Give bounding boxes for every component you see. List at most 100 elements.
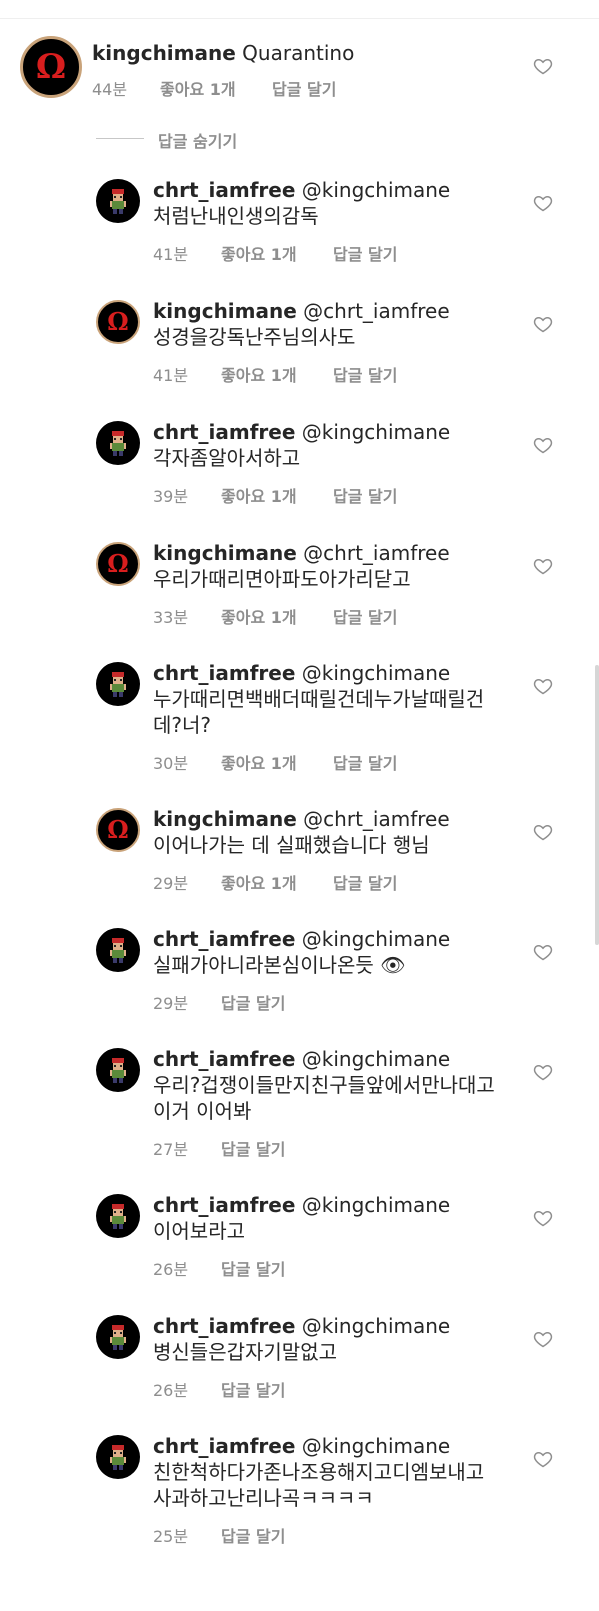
like-heart-icon[interactable] (533, 193, 553, 213)
svg-text:Ω: Ω (107, 815, 128, 844)
comment-username[interactable]: kingchimane (153, 807, 297, 831)
reply-button[interactable]: 답글 달기 (272, 76, 336, 100)
comment-time: 39분 (153, 487, 189, 506)
like-heart-icon[interactable] (533, 314, 553, 334)
mention-link[interactable]: @kingchimane (302, 1193, 450, 1217)
svg-text:Ω: Ω (36, 47, 66, 87)
avatar[interactable]: Ω (20, 36, 82, 98)
reply-comment: Ω kingchimane @chrt_iamfree 이어나가는 데 실패했습… (0, 806, 599, 916)
comment-meta: 33분 좋아요 1개 답글 달기 (153, 604, 453, 627)
likes-count[interactable]: 좋아요 1개 (221, 362, 297, 386)
avatar[interactable] (96, 1315, 140, 1359)
comment-meta: 41분 좋아요 1개 답글 달기 (153, 362, 453, 385)
reply-button[interactable]: 답글 달기 (221, 1523, 285, 1547)
reply-comment: chrt_iamfree @kingchimane 이어보라고 26분 답글 달기 (0, 1192, 599, 1302)
pixel-character-icon (98, 930, 138, 970)
pixel-character-icon (98, 181, 138, 221)
avatar[interactable] (96, 1435, 140, 1479)
comment-username[interactable]: kingchimane (92, 41, 236, 65)
comment-text-line: 이어나가는 데 실패했습니다 행님 (153, 833, 430, 857)
scrollbar[interactable] (595, 665, 599, 945)
comment-time: 33분 (153, 608, 189, 627)
avatar[interactable] (96, 1048, 140, 1092)
avatar[interactable] (96, 928, 140, 972)
divider-line (96, 138, 144, 139)
comment-username[interactable]: chrt_iamfree (153, 927, 295, 951)
comment-meta: 29분 답글 달기 (153, 990, 453, 1013)
avatar[interactable]: Ω (96, 808, 140, 852)
comment-meta: 30분 좋아요 1개 답글 달기 (153, 750, 453, 773)
comment-username[interactable]: chrt_iamfree (153, 1193, 295, 1217)
reply-comment: chrt_iamfree @kingchimane 병신들은갑자기말없고 26분… (0, 1313, 599, 1423)
mention-link[interactable]: @kingchimane (302, 661, 450, 685)
comment-username[interactable]: kingchimane (153, 541, 297, 565)
mention-link[interactable]: @kingchimane (302, 927, 450, 951)
reply-button[interactable]: 답글 달기 (221, 1377, 285, 1401)
reply-button[interactable]: 답글 달기 (333, 483, 397, 507)
avatar[interactable]: Ω (96, 300, 140, 344)
like-heart-icon[interactable] (533, 1062, 553, 1082)
like-heart-icon[interactable] (533, 1449, 553, 1469)
reply-button[interactable]: 답글 달기 (333, 750, 397, 774)
avatar[interactable]: Ω (96, 542, 140, 586)
comment-username[interactable]: chrt_iamfree (153, 1314, 295, 1338)
comment-meta: 27분 답글 달기 (153, 1136, 453, 1159)
hide-replies-label: 답글 숨기기 (158, 132, 238, 151)
likes-count[interactable]: 좋아요 1개 (160, 76, 236, 100)
like-heart-icon[interactable] (533, 56, 553, 76)
reply-button[interactable]: 답글 달기 (221, 990, 285, 1014)
comment-username[interactable]: chrt_iamfree (153, 1047, 295, 1071)
comment-username[interactable]: chrt_iamfree (153, 420, 295, 444)
comment-time: 25분 (153, 1527, 189, 1546)
mention-link[interactable]: @chrt_iamfree (303, 807, 449, 831)
mention-link[interactable]: @kingchimane (302, 420, 450, 444)
mention-link[interactable]: @chrt_iamfree (303, 541, 449, 565)
like-heart-icon[interactable] (533, 1329, 553, 1349)
comment-time: 41분 (153, 245, 189, 264)
reply-button[interactable]: 답글 달기 (333, 604, 397, 628)
likes-count[interactable]: 좋아요 1개 (221, 483, 297, 507)
mention-link[interactable]: @kingchimane (302, 178, 450, 202)
like-heart-icon[interactable] (533, 556, 553, 576)
comment-text-line: 사과하고난리나곡ㅋㅋㅋㅋ (153, 1486, 374, 1510)
comment-time: 26분 (153, 1381, 189, 1400)
mention-link[interactable]: @chrt_iamfree (303, 299, 449, 323)
reply-button[interactable]: 답글 달기 (221, 1136, 285, 1160)
like-heart-icon[interactable] (533, 435, 553, 455)
reply-comment: chrt_iamfree @kingchimane 각자좀알아서하고 39분 좋아… (0, 419, 599, 529)
reply-button[interactable]: 답글 달기 (333, 241, 397, 265)
pixel-character-icon (98, 1437, 138, 1477)
reply-comment: chrt_iamfree @kingchimane 처럼난내인생의감독 41분 좋… (0, 177, 599, 287)
likes-count[interactable]: 좋아요 1개 (221, 604, 297, 628)
comment-text-line: 우리가때리면아파도아가리닫고 (153, 567, 411, 591)
comment-text-line: 각자좀알아서하고 (153, 446, 301, 470)
likes-count[interactable]: 좋아요 1개 (221, 870, 297, 894)
like-heart-icon[interactable] (533, 676, 553, 696)
omega-logo-icon: Ω (102, 548, 134, 580)
comment-username[interactable]: kingchimane (153, 299, 297, 323)
like-heart-icon[interactable] (533, 822, 553, 842)
comment-username[interactable]: chrt_iamfree (153, 661, 295, 685)
avatar[interactable] (96, 421, 140, 465)
comment-username[interactable]: chrt_iamfree (153, 1434, 295, 1458)
like-heart-icon[interactable] (533, 1208, 553, 1228)
reply-button[interactable]: 답글 달기 (333, 870, 397, 894)
comment-meta: 25분 답글 달기 (153, 1523, 453, 1546)
comment-text-line: 우리?겁쟁이들만지친구들앞에서만나대고 (153, 1073, 495, 1097)
mention-link[interactable]: @kingchimane (302, 1314, 450, 1338)
like-heart-icon[interactable] (533, 942, 553, 962)
reply-button[interactable]: 답글 달기 (333, 362, 397, 386)
avatar[interactable] (96, 179, 140, 223)
reply-comment: Ω kingchimane @chrt_iamfree 우리가때리면아파도아가리… (0, 540, 599, 650)
avatar[interactable] (96, 662, 140, 706)
mention-link[interactable]: @kingchimane (302, 1047, 450, 1071)
avatar[interactable] (96, 1194, 140, 1238)
likes-count[interactable]: 좋아요 1개 (221, 241, 297, 265)
reply-button[interactable]: 답글 달기 (221, 1256, 285, 1280)
comment-text-line: 병신들은갑자기말없고 (153, 1340, 337, 1364)
comment-text-line: 친한척하다가존나조용해지고디엠보내고 (153, 1460, 485, 1484)
mention-link[interactable]: @kingchimane (302, 1434, 450, 1458)
comment-username[interactable]: chrt_iamfree (153, 178, 295, 202)
pixel-character-icon (98, 664, 138, 704)
likes-count[interactable]: 좋아요 1개 (221, 750, 297, 774)
